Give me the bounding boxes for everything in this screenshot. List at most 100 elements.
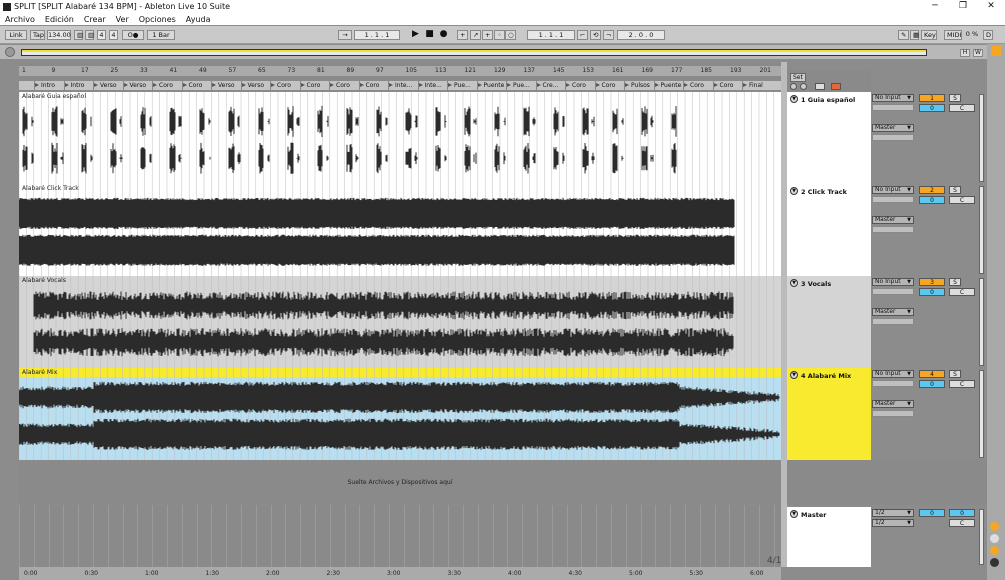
arrangement-overview[interactable]: H W — [0, 45, 1005, 59]
drop-zone[interactable]: Suelte Archivos y Dispositivos aquí — [19, 460, 781, 505]
input-type-select[interactable]: No Input — [872, 370, 914, 378]
volume-field[interactable]: 0 — [919, 196, 945, 204]
locator[interactable]: Coro — [358, 81, 389, 90]
loop-length[interactable]: 2 . 0 . 0 — [617, 30, 665, 40]
fit-width-button[interactable]: W — [973, 49, 983, 57]
volume-field[interactable]: 0 — [919, 380, 945, 388]
arrangement-view[interactable]: 1 9 17 25 33 41 49 57 65 73 81 89 97 105 113 121 129 137 1… — [19, 62, 781, 567]
midi-map-button[interactable]: MIDI — [944, 30, 962, 40]
locator[interactable]: Intro — [34, 81, 64, 90]
stop-icon[interactable]: ■ — [424, 29, 435, 40]
computer-keyboard-icon[interactable]: ▦ — [910, 30, 919, 40]
beat-time-ruler[interactable]: 1 9 17 25 33 41 49 57 65 73 81 89 97 105 113 121 129 137 1… — [19, 66, 781, 76]
locator[interactable]: Pue... — [447, 81, 477, 90]
record-arm-icon[interactable] — [831, 83, 841, 90]
punch-out-icon[interactable]: ¬ — [603, 30, 614, 40]
track-name[interactable]: 3 Vocals — [801, 280, 831, 288]
overview-strip[interactable] — [21, 49, 927, 56]
input-channel-select[interactable] — [872, 196, 914, 203]
locator[interactable]: Final — [742, 81, 772, 90]
input-type-select[interactable]: No Input — [872, 278, 914, 286]
clip-click[interactable]: Alabaré Click Track — [19, 184, 781, 276]
locator[interactable]: Coro — [152, 81, 182, 90]
io-toggle-icon[interactable] — [990, 522, 999, 531]
master-lane[interactable] — [19, 505, 781, 567]
quantize-menu[interactable]: 1 Bar — [147, 30, 175, 40]
locator-bar[interactable]: Intro Intro Verso Verso Coro Coro Verso Verso Co… — [19, 81, 781, 90]
output-select[interactable]: Master — [872, 124, 914, 132]
close-icon[interactable]: ✕ — [977, 0, 1005, 13]
locator[interactable]: Verso — [122, 81, 153, 90]
capture-icon[interactable]: ◦ — [494, 30, 505, 40]
track-activator[interactable]: 3 — [919, 278, 945, 286]
fold-icon[interactable]: ▼ — [790, 95, 798, 103]
fold-icon[interactable]: ▼ — [790, 279, 798, 287]
cue-button[interactable]: C — [949, 380, 975, 388]
menu-archivo[interactable]: Archivo — [0, 15, 40, 24]
signature-denominator[interactable]: 4 — [109, 30, 118, 40]
locator[interactable]: Puente — [653, 81, 684, 90]
pan-field[interactable]: 0 — [949, 509, 975, 517]
track-header-3[interactable]: ▼ 3 Vocals — [787, 276, 871, 368]
track-activator[interactable]: 1 — [919, 94, 945, 102]
locator[interactable]: Coro — [683, 81, 713, 90]
output-channel-select[interactable] — [872, 134, 914, 141]
locator[interactable]: Coro — [181, 81, 212, 90]
menu-ayuda[interactable]: Ayuda — [181, 15, 216, 24]
session-view-icon[interactable] — [991, 46, 1001, 56]
fit-height-button[interactable]: H — [960, 49, 970, 57]
fold-icon[interactable]: ▼ — [790, 187, 798, 195]
clip-guia[interactable]: Alabaré Guia español — [19, 92, 781, 184]
output-select[interactable]: Master — [872, 216, 914, 224]
follow-icon[interactable]: → — [338, 30, 352, 40]
back-to-arrangement-icon[interactable] — [790, 83, 797, 90]
cue-button[interactable]: C — [949, 288, 975, 296]
output-select[interactable]: Master — [872, 308, 914, 316]
output-channel-select[interactable] — [872, 318, 914, 325]
overdub-icon[interactable]: + — [457, 30, 468, 40]
track-drop-area[interactable] — [787, 460, 987, 505]
locator[interactable]: Cre... — [535, 81, 566, 90]
menu-ver[interactable]: Ver — [111, 15, 134, 24]
input-type-select[interactable]: No Input — [872, 186, 914, 194]
nudge-up-icon[interactable]: ▥ — [85, 30, 94, 40]
locator[interactable]: Puente — [476, 81, 507, 90]
master-track-header[interactable]: ▼ Master — [787, 507, 871, 567]
input-channel-select[interactable] — [872, 288, 914, 295]
menu-edicion[interactable]: Edición — [40, 15, 79, 24]
track-activator[interactable]: 2 — [919, 186, 945, 194]
locator[interactable]: Coro — [594, 81, 625, 90]
output-channel-select[interactable] — [872, 410, 914, 417]
mixer-toggle-icon[interactable] — [990, 546, 999, 555]
fold-icon[interactable]: ▼ — [790, 510, 798, 518]
clip-mix[interactable]: Alabaré Mix — [19, 368, 781, 460]
locator[interactable]: Coro — [712, 81, 743, 90]
locator[interactable]: Verso — [240, 81, 271, 90]
metronome-button[interactable]: O● — [122, 30, 144, 40]
link-button[interactable]: Link — [5, 30, 27, 40]
cue-out-select[interactable]: 1/2 — [872, 509, 914, 517]
re-enable-automation-icon[interactable]: + — [482, 30, 493, 40]
nudge-down-icon[interactable]: ▥ — [74, 30, 83, 40]
arm-icon[interactable] — [800, 83, 807, 90]
volume-field[interactable]: 0 — [919, 104, 945, 112]
locator[interactable]: Pulsos — [624, 81, 654, 90]
cue-button[interactable]: C — [949, 104, 975, 112]
maximize-icon[interactable]: ❐ — [949, 0, 977, 13]
output-select[interactable]: Master — [872, 400, 914, 408]
key-map-button[interactable]: Key — [921, 30, 937, 40]
menu-opciones[interactable]: Opciones — [134, 15, 181, 24]
crossfader-toggle-icon[interactable] — [990, 558, 999, 567]
arrangement-position[interactable]: 1 . 1 . 1 — [354, 30, 400, 40]
locator[interactable]: Verso — [211, 81, 241, 90]
output-channel-select[interactable] — [872, 226, 914, 233]
track-header-2[interactable]: ▼ 2 Click Track — [787, 184, 871, 276]
volume-field[interactable]: 0 — [919, 288, 945, 296]
locator[interactable]: Coro — [329, 81, 359, 90]
solo-button[interactable]: S — [949, 186, 961, 194]
track-name[interactable]: 4 Alabaré Mix — [801, 372, 851, 380]
cue-button[interactable]: C — [949, 519, 975, 527]
track-name[interactable]: 2 Click Track — [801, 188, 847, 196]
minimize-icon[interactable]: ─ — [921, 0, 949, 13]
automation-arm-icon[interactable]: ↗ — [470, 30, 481, 40]
